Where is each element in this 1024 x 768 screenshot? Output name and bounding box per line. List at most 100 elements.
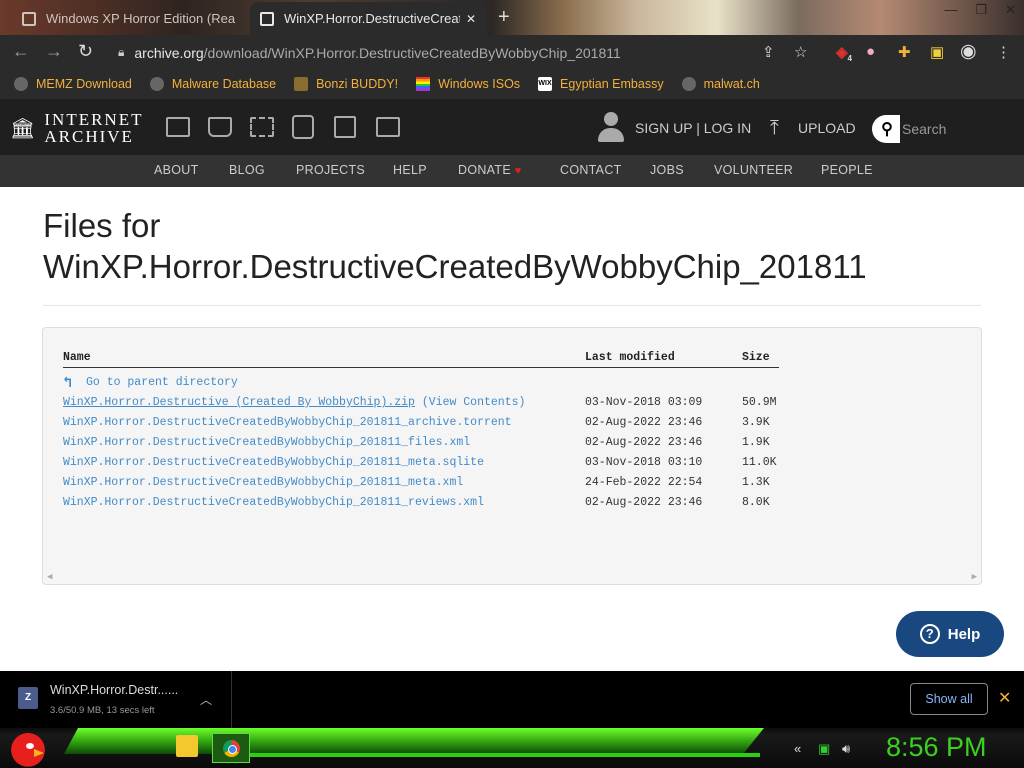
bookmark-memz[interactable]: MEMZ Download	[14, 77, 132, 91]
bookmarks-bar: MEMZ Download Malware Database Bonzi BUD…	[0, 69, 1024, 99]
tab-strip: Windows XP Horror Edition (Rea WinXP.Hor…	[0, 0, 1024, 35]
file-link[interactable]: WinXP.Horror.DestructiveCreatedByWobbyCh…	[63, 436, 470, 449]
chevron-up-icon[interactable]: ︿	[200, 691, 212, 708]
header-divider	[63, 367, 779, 368]
bookmark-windows-isos[interactable]: Windows ISOs	[416, 77, 520, 91]
puzzle-icon[interactable]: ✚	[898, 43, 911, 61]
bookmark-label: Egyptian Embassy	[560, 77, 664, 91]
forward-arrow-icon[interactable]: →	[45, 41, 63, 62]
bookmark-star-icon[interactable]: ☆	[794, 43, 807, 61]
minimize-icon[interactable]: —	[944, 2, 957, 18]
volume-icon[interactable]: 🔊︎	[842, 741, 850, 757]
browser-tab-active[interactable]: WinXP.Horror.DestructiveCreated ✕	[250, 2, 486, 35]
close-icon[interactable]: ✕	[998, 688, 1011, 708]
download-item[interactable]: Z WinXP.Horror.Destr...... 3.6/50.9 MB, …	[0, 671, 232, 728]
reload-icon[interactable]: ↻	[78, 41, 93, 62]
view-contents-link[interactable]: (View Contents)	[422, 396, 526, 409]
nav-contact[interactable]: CONTACT	[560, 163, 622, 177]
network-icon[interactable]: ▣	[818, 741, 830, 757]
file-explorer-icon[interactable]	[176, 735, 198, 757]
zip-file-icon: Z	[18, 687, 38, 709]
nav-about[interactable]: ABOUT	[154, 163, 199, 177]
audio-icon[interactable]	[292, 115, 314, 139]
file-link[interactable]: WinXP.Horror.DestructiveCreatedByWobbyCh…	[63, 496, 484, 509]
software-icon[interactable]	[334, 116, 356, 138]
scroll-left-icon[interactable]: ◀	[47, 572, 52, 582]
bookmark-label: Windows ISOs	[438, 77, 521, 91]
nav-people[interactable]: PEOPLE	[821, 163, 873, 177]
file-link[interactable]: WinXP.Horror.DestructiveCreatedByWobbyCh…	[63, 416, 512, 429]
texts-icon[interactable]	[208, 117, 232, 137]
url-path: /download/WinXP.Horror.DestructiveCreate…	[203, 44, 621, 61]
bookmark-malware-db[interactable]: Malware Database	[149, 77, 276, 91]
divider	[43, 305, 981, 306]
bookmark-egyptian-embassy[interactable]: WIX Egyptian Embassy	[538, 77, 664, 91]
help-button[interactable]: ? Help	[896, 611, 1004, 657]
table-row: WinXP.Horror.DestructiveCreatedByWobbyCh…	[63, 456, 963, 474]
scroll-right-icon[interactable]: ▶	[972, 572, 977, 582]
video-icon[interactable]	[250, 117, 274, 137]
nav-volunteer[interactable]: VOLUNTEER	[714, 163, 793, 177]
ia-logo[interactable]: 🏛︎ INTERNET ARCHIVE	[10, 111, 143, 145]
logo-line2: ARCHIVE	[44, 127, 134, 146]
globe-icon	[149, 77, 164, 91]
close-window-icon[interactable]: ✕	[1005, 2, 1016, 18]
up-arrow-icon[interactable]: ↰	[63, 373, 72, 392]
nav-donate[interactable]: DONATE ♥	[458, 163, 522, 177]
web-icon[interactable]	[166, 117, 190, 137]
restore-icon[interactable]: ❐	[975, 2, 987, 18]
question-icon: ?	[919, 624, 940, 644]
nav-blog[interactable]: BLOG	[229, 163, 265, 177]
menu-dots-icon[interactable]: ⋮	[996, 43, 1011, 61]
extension-badge: 4	[847, 54, 852, 63]
file-link[interactable]: WinXP.Horror.DestructiveCreatedByWobbyCh…	[63, 476, 463, 489]
download-bar: Z WinXP.Horror.Destr...... 3.6/50.9 MB, …	[0, 671, 1024, 728]
profile-avatar-icon[interactable]: ◉	[960, 40, 977, 63]
url-domain: archive.org	[134, 44, 204, 61]
bookmark-label: MEMZ Download	[36, 77, 132, 91]
column-header-size[interactable]: Size	[742, 351, 770, 364]
show-all-button[interactable]: Show all	[910, 683, 988, 715]
browser-tab[interactable]: Windows XP Horror Edition (Rea	[12, 2, 248, 35]
share-icon[interactable]: ⇪	[762, 43, 775, 61]
tab-title: Windows XP Horror Edition (Rea	[46, 11, 236, 26]
sidebar-icon[interactable]: ▣	[930, 43, 944, 61]
search-box[interactable]: ⚲ Search	[872, 115, 1002, 143]
file-size: 1.3K	[742, 476, 770, 489]
ublock-extension-icon[interactable]: ◈4	[836, 43, 852, 63]
user-icon[interactable]	[598, 112, 624, 142]
column-header-modified[interactable]: Last modified	[585, 351, 675, 364]
wix-icon: WIX	[538, 77, 553, 91]
bookmark-malwatch[interactable]: malwat.ch	[681, 77, 760, 91]
chrome-taskbar-icon[interactable]	[212, 733, 250, 763]
upload-link[interactable]: UPLOAD	[798, 120, 856, 136]
new-tab-icon[interactable]: +	[498, 6, 510, 29]
taskbar-clock[interactable]: 8:56 PM	[886, 732, 987, 763]
bookmark-bonzi[interactable]: Bonzi BUDDY!	[294, 77, 398, 91]
signin-link[interactable]: SIGN UP | LOG IN	[635, 120, 751, 136]
column-header-name[interactable]: Name	[63, 351, 91, 364]
browser-toolbar: ← → ↻ 🔒︎ archive.org/download/WinXP.Horr…	[0, 35, 1024, 69]
file-size: 3.9K	[742, 416, 770, 429]
images-icon[interactable]	[376, 117, 400, 137]
upload-icon[interactable]: ⤒	[770, 118, 779, 138]
file-link[interactable]: WinXP.Horror.DestructiveCreatedByWobbyCh…	[63, 456, 484, 469]
search-input[interactable]: Search	[902, 121, 946, 137]
flag-extension-icon[interactable]: ●	[866, 43, 875, 60]
table-row: WinXP.Horror.DestructiveCreatedByWobbyCh…	[63, 436, 963, 454]
tray-chevron-icon[interactable]: «	[794, 741, 801, 756]
table-row: WinXP.Horror.DestructiveCreatedByWobbyCh…	[63, 416, 963, 434]
nav-jobs[interactable]: JOBS	[650, 163, 684, 177]
file-modified: 02-Aug-2022 23:46	[585, 416, 703, 429]
table-row: WinXP.Horror.DestructiveCreatedByWobbyCh…	[63, 476, 963, 494]
back-arrow-icon[interactable]: ←	[12, 41, 30, 62]
file-link[interactable]: WinXP.Horror.Destructive (Created By Wob…	[63, 396, 415, 409]
file-entry: WinXP.Horror.Destructive (Created By Wob…	[63, 396, 525, 409]
nav-projects[interactable]: PROJECTS	[296, 163, 365, 177]
search-icon[interactable]: ⚲	[872, 119, 902, 139]
nav-help[interactable]: HELP	[393, 163, 427, 177]
address-bar[interactable]: 🔒︎ archive.org/download/WinXP.Horror.Des…	[110, 39, 820, 66]
start-button-angry-bird-icon[interactable]	[6, 729, 46, 767]
parent-directory-link[interactable]: Go to parent directory	[86, 376, 238, 389]
close-tab-icon[interactable]: ✕	[466, 12, 476, 26]
